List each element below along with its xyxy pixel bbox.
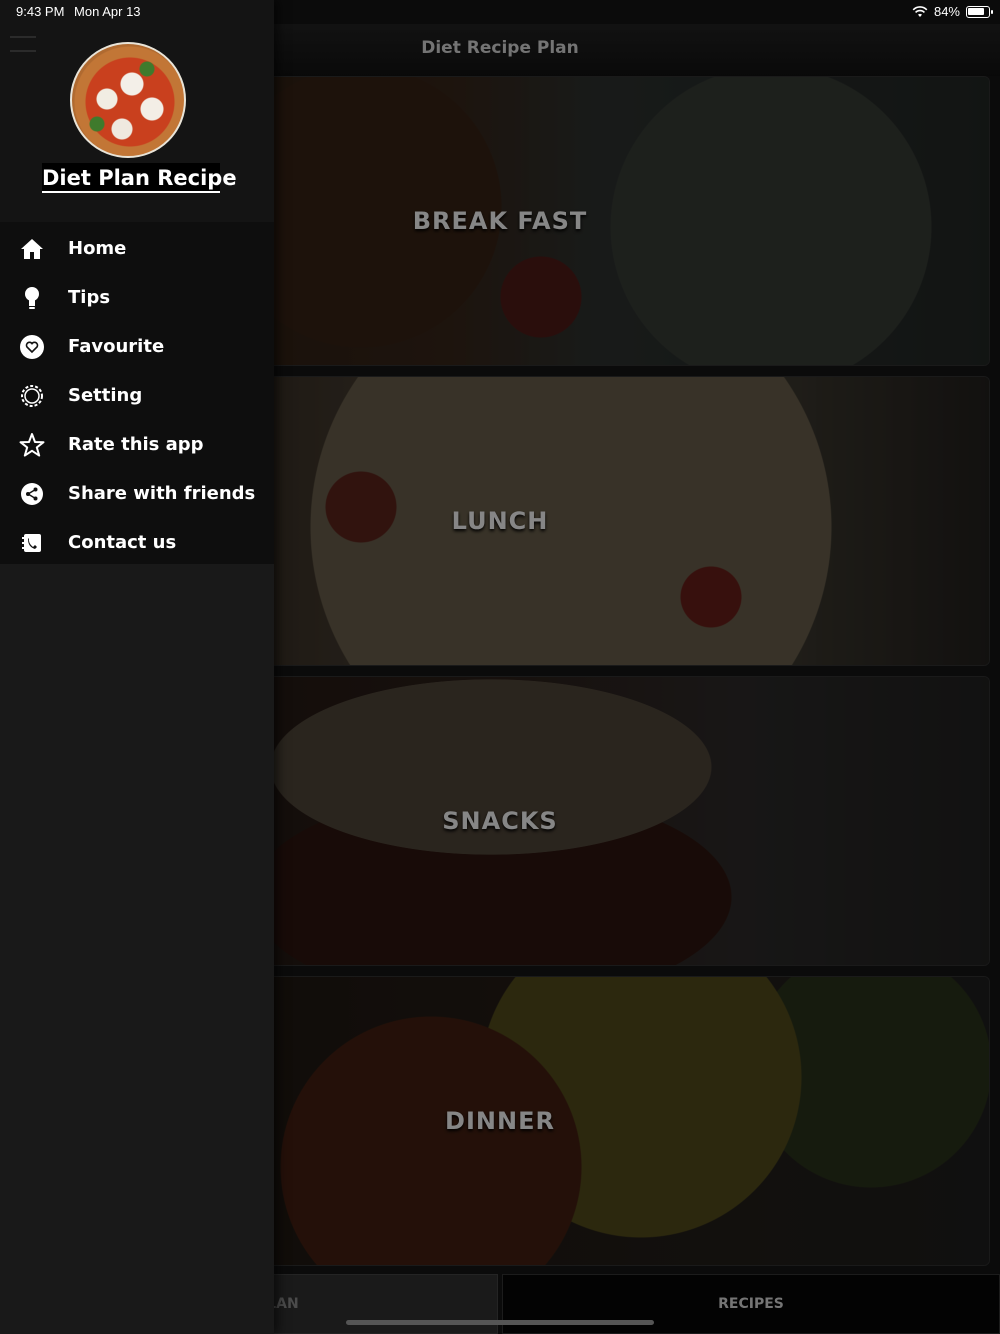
status-time: 9:43 PM [16, 4, 65, 19]
menu-icon[interactable] [10, 36, 36, 52]
sidebar-item-contact[interactable]: Contact us [0, 518, 274, 567]
gear-icon [19, 383, 45, 409]
wifi-icon [912, 5, 928, 17]
sidebar-item-favourite[interactable]: Favourite [0, 322, 274, 371]
sidebar-item-rate[interactable]: Rate this app [0, 420, 274, 469]
app-name: Diet Plan Recipe [42, 163, 237, 193]
sidebar-item-label: Favourite [68, 336, 165, 357]
sidebar-item-label: Rate this app [68, 434, 204, 455]
battery-icon [966, 5, 993, 18]
sidebar-item-label: Share with friends [68, 483, 256, 504]
star-icon [19, 432, 45, 458]
sidebar-item-label: Home [68, 238, 127, 259]
lightbulb-icon [19, 285, 45, 311]
navigation-drawer: Diet Plan Recipe Home Tips Favourite Set… [0, 0, 274, 1334]
heart-icon [19, 334, 45, 360]
pizza-logo [70, 42, 186, 158]
status-bar: 9:43 PM Mon Apr 13 84% [0, 0, 1000, 24]
sidebar-item-share[interactable]: Share with friends [0, 469, 274, 518]
home-icon [19, 236, 45, 262]
home-indicator [346, 1320, 654, 1325]
phone-book-icon [19, 530, 45, 556]
sidebar-item-label: Tips [68, 287, 111, 308]
drawer-empty-area [0, 564, 274, 1334]
share-icon [19, 481, 45, 507]
sidebar-item-home[interactable]: Home [0, 224, 274, 273]
battery-percent: 84% [933, 4, 960, 19]
sidebar-item-setting[interactable]: Setting [0, 371, 274, 420]
sidebar-item-tips[interactable]: Tips [0, 273, 274, 322]
tab-recipes[interactable]: RECIPES [502, 1274, 1000, 1334]
status-date: Mon Apr 13 [74, 4, 141, 19]
drawer-menu: Home Tips Favourite Setting Rate this ap… [0, 222, 274, 564]
drawer-header: Diet Plan Recipe [0, 0, 274, 222]
sidebar-item-label: Setting [68, 385, 143, 406]
sidebar-item-label: Contact us [68, 532, 177, 553]
